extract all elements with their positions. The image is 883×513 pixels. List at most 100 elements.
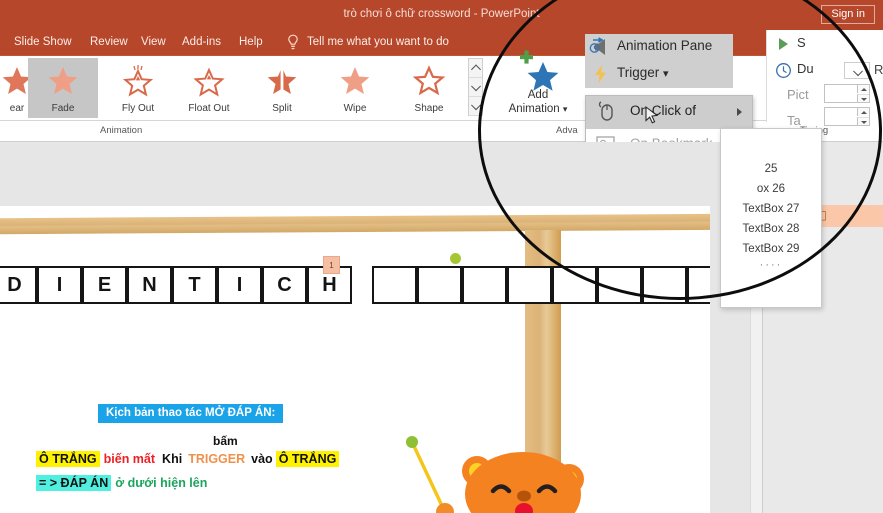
crossword-cell-empty[interactable] xyxy=(417,266,462,304)
list-item[interactable]: TextBox 27 xyxy=(721,199,821,219)
animation-split[interactable]: Split xyxy=(247,58,317,118)
script-line-3: = > ĐÁP ÁN ở dưới hiện lên xyxy=(36,475,211,491)
animation-pane-icon xyxy=(589,37,605,55)
table-label: Ta xyxy=(787,113,801,128)
animation-fly-out-label: Fly Out xyxy=(121,103,155,114)
tab-slide-show[interactable]: Slide Show xyxy=(14,28,72,56)
animation-fade-label: Fade xyxy=(51,103,75,114)
group-label-advanced-animation: Adva xyxy=(556,125,578,136)
crossword-cell[interactable]: E xyxy=(82,266,127,304)
crossword-cell[interactable]: T xyxy=(172,266,217,304)
on-click-of-label: On Click of xyxy=(630,103,697,118)
duration-label: Du xyxy=(797,61,814,76)
tab-review[interactable]: Review xyxy=(90,28,128,56)
wooden-frame-top xyxy=(0,213,710,235)
animation-pane-button[interactable]: Animation Pane xyxy=(585,34,733,60)
trigger-label: Trigger ▾ xyxy=(617,65,669,80)
picture-label: Pict xyxy=(787,87,809,102)
crossword-cell-empty[interactable] xyxy=(507,266,552,304)
trigger-button[interactable]: Trigger ▾ xyxy=(585,60,673,88)
khi: Khi xyxy=(162,452,183,466)
animation-shape-label: Shape xyxy=(414,103,444,114)
o-duoi-hien-len: ở dưới hiện lên xyxy=(115,476,208,490)
o-trang-2: Ô TRẮNG xyxy=(275,451,340,467)
delay-spinner-down[interactable] xyxy=(857,117,869,125)
add-animation-button[interactable]: Add Animation ▾ xyxy=(492,50,584,120)
list-item[interactable]: ox 26 xyxy=(721,179,821,199)
vao: vào xyxy=(251,452,273,466)
animation-fly-out[interactable]: Fly Out xyxy=(103,58,173,118)
crossword-cell[interactable]: I xyxy=(217,266,262,304)
star-float-out-icon xyxy=(193,67,225,97)
crossword-cell-empty[interactable] xyxy=(462,266,507,304)
star-wipe-icon xyxy=(340,67,370,94)
tab-add-ins[interactable]: Add-ins xyxy=(182,28,221,56)
crossword-cell[interactable]: C xyxy=(262,266,307,304)
title-bar: trò chơi ô chữ crossword - PowerPoint Si… xyxy=(0,0,883,28)
crossword-cell-empty[interactable] xyxy=(642,266,687,304)
window-title: trò chơi ô chữ crossword - PowerPoint xyxy=(343,8,540,20)
mouse-cursor xyxy=(645,106,659,124)
duration-spinner[interactable] xyxy=(824,84,870,103)
sign-in-button[interactable]: Sign in xyxy=(821,5,875,24)
gallery-scroll-up[interactable] xyxy=(469,59,482,78)
add-animation-label: Add Animation ▾ xyxy=(508,89,568,115)
ribbon-combo-dropdown[interactable] xyxy=(844,62,870,79)
animation-shape[interactable]: Shape xyxy=(394,58,464,118)
star-fly-out-icon xyxy=(122,65,154,97)
o-trang-1: Ô TRẮNG xyxy=(36,451,100,467)
crossword-cell[interactable]: D xyxy=(0,266,37,304)
crossword-cell-empty[interactable] xyxy=(552,266,597,304)
crossword-cell-empty[interactable] xyxy=(687,266,710,304)
animation-wipe[interactable]: Wipe xyxy=(320,58,390,118)
tell-me-search[interactable]: Tell me what you want to do xyxy=(307,28,449,56)
green-dot-decoration xyxy=(450,253,461,264)
script-banner[interactable]: Kịch bản thao tác MỞ ĐÁP ÁN: xyxy=(98,404,284,423)
trigger-word: TRIGGER xyxy=(188,452,246,466)
trigger-lightning-icon xyxy=(595,65,606,83)
list-more-indicator[interactable]: ···· xyxy=(721,259,821,305)
crossword-cell[interactable]: N xyxy=(127,266,172,304)
start-label: S xyxy=(797,35,806,50)
list-item[interactable]: 25 xyxy=(721,159,821,179)
delay-spinner[interactable] xyxy=(824,107,870,126)
gallery-scroll-down[interactable] xyxy=(469,78,482,97)
lightbulb-icon xyxy=(288,34,298,50)
crossword-cell-empty[interactable] xyxy=(372,266,417,304)
animation-fade[interactable]: Fade xyxy=(28,58,98,118)
submenu-arrow-icon xyxy=(737,108,742,116)
ribbon-right-letter: R xyxy=(874,62,883,77)
menu-item-on-click-of[interactable]: On Click of xyxy=(586,96,752,129)
slide-canvas[interactable]: D I E N T I C H 1 Kịch bản thao tác MỞ Đ… xyxy=(0,206,710,513)
crossword-cell[interactable]: I xyxy=(37,266,82,304)
duration-spinner-up[interactable] xyxy=(857,85,869,93)
star-split-icon xyxy=(267,66,297,96)
dap-an: = > ĐÁP ÁN xyxy=(36,475,112,491)
group-label-animation: Animation xyxy=(100,125,143,136)
bien-mat: biến mất xyxy=(103,452,156,466)
add-animation-star-icon xyxy=(520,50,559,91)
animation-wipe-label: Wipe xyxy=(343,103,367,114)
star-shape-icon xyxy=(412,65,446,96)
tab-view[interactable]: View xyxy=(141,28,166,56)
clock-icon xyxy=(776,63,791,78)
animation-split-label: Split xyxy=(272,103,292,114)
mouse-click-icon xyxy=(598,101,613,121)
textbox-trigger-list[interactable]: 25 ox 26 TextBox 27 TextBox 28 TextBox 2… xyxy=(720,128,822,308)
animation-order-badge[interactable]: 1 xyxy=(323,256,340,274)
gallery-more-button[interactable] xyxy=(469,97,482,116)
animation-float-out-label: Float Out xyxy=(188,103,230,114)
slide-editing-area[interactable]: D I E N T I C H 1 Kịch bản thao tác MỞ Đ… xyxy=(0,142,762,513)
list-item[interactable]: TextBox 28 xyxy=(721,219,821,239)
tab-help[interactable]: Help xyxy=(239,28,263,56)
duration-spinner-down[interactable] xyxy=(857,94,869,102)
bear-illustration xyxy=(462,452,584,513)
bam-label: bấm xyxy=(213,434,238,448)
crossword-cell-empty[interactable] xyxy=(597,266,642,304)
animation-float-out[interactable]: Float Out xyxy=(174,58,244,118)
star-fade-icon xyxy=(48,67,78,94)
delay-spinner-up[interactable] xyxy=(857,108,869,116)
gallery-scroll-buttons[interactable] xyxy=(468,58,483,116)
ribbon-tab-strip: Slide Show Review View Add-ins Help Tell… xyxy=(0,28,883,56)
list-item[interactable]: TextBox 29 xyxy=(721,239,821,259)
